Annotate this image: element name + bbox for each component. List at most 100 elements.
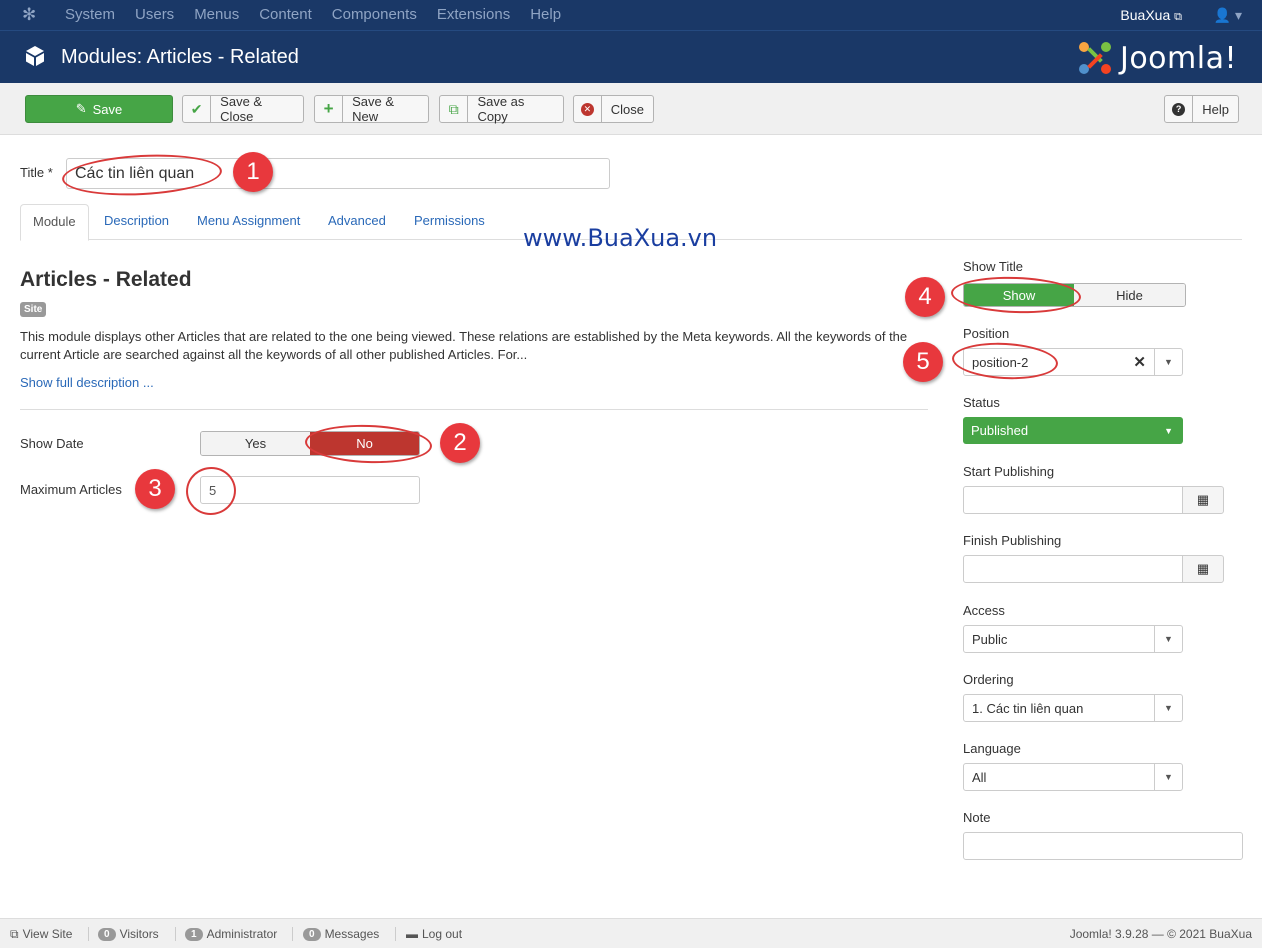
- menu-menus[interactable]: Menus: [194, 0, 239, 30]
- plus-icon: +: [315, 96, 344, 122]
- joomla-wordmark: Joomla!: [1119, 40, 1237, 76]
- separator: [395, 927, 396, 941]
- save-copy-label: Save as Copy: [477, 94, 525, 124]
- annotation-4: 4: [905, 277, 945, 317]
- start-publishing-label: Start Publishing: [963, 464, 1055, 479]
- joomla-logo-icon: [1078, 42, 1111, 74]
- minus-icon: ▬: [406, 927, 418, 941]
- tab-permissions[interactable]: Permissions: [402, 204, 497, 240]
- chevron-down-icon: ▼: [1164, 425, 1173, 436]
- save-button[interactable]: ✎ Save: [25, 95, 173, 123]
- chevron-down-icon: ▼: [1154, 349, 1182, 375]
- logout-link[interactable]: ▬ Log out: [406, 919, 462, 948]
- tab-description[interactable]: Description: [92, 204, 181, 240]
- joomla-logo: Joomla!: [1076, 39, 1237, 77]
- calendar-button[interactable]: ▦: [1182, 555, 1224, 583]
- annotation-1: 1: [233, 152, 273, 192]
- view-site-label: View Site: [22, 927, 73, 941]
- show-date-yes[interactable]: Yes: [201, 432, 310, 455]
- view-site-link[interactable]: ⧉ View Site: [10, 919, 72, 948]
- copy-icon: ⧉: [440, 96, 469, 122]
- calendar-button[interactable]: ▦: [1182, 486, 1224, 514]
- admin-count: 1: [185, 927, 203, 941]
- annotation-ring-2: [304, 422, 433, 466]
- status-label: Status: [963, 395, 1000, 410]
- visitors-label: Visitors: [119, 927, 159, 941]
- top-menu: System Users Menus Content Components Ex…: [65, 0, 581, 30]
- chevron-down-icon: ▼: [1154, 626, 1182, 652]
- separator: [292, 927, 293, 941]
- max-articles-label: Maximum Articles: [20, 482, 122, 497]
- note-label: Note: [963, 810, 991, 825]
- external-link-icon: ⧉: [10, 926, 19, 941]
- menu-help[interactable]: Help: [530, 0, 561, 30]
- site-name: BuaXua: [1120, 7, 1171, 23]
- show-full-description-link[interactable]: Show full description ...: [20, 375, 154, 390]
- module-description: This module displays other Articles that…: [20, 329, 908, 362]
- menu-system[interactable]: System: [65, 0, 115, 30]
- tab-menu-assignment[interactable]: Menu Assignment: [185, 204, 312, 240]
- annotation-5: 5: [903, 342, 943, 382]
- tab-module[interactable]: Module: [20, 204, 89, 241]
- visitors-status: 0 Visitors: [98, 919, 159, 948]
- save-close-button[interactable]: ✔ Save & Close: [182, 94, 304, 124]
- menu-extensions[interactable]: Extensions: [437, 0, 510, 30]
- ordering-label: Ordering: [963, 672, 1014, 687]
- separator: [175, 927, 176, 941]
- module-title: Articles - Related: [20, 268, 192, 291]
- tab-advanced[interactable]: Advanced: [316, 204, 398, 240]
- messages-link[interactable]: 0 Messages: [303, 919, 379, 948]
- menu-components[interactable]: Components: [332, 0, 417, 30]
- menu-users[interactable]: Users: [135, 0, 174, 30]
- version-info: Joomla! 3.9.28 — © 2021 BuaXua: [1069, 927, 1252, 941]
- access-select[interactable]: Public ▼: [963, 625, 1183, 653]
- divider: [20, 409, 928, 410]
- annotation-3: 3: [135, 469, 175, 509]
- annotation-ring-4: [950, 274, 1082, 316]
- site-link[interactable]: BuaXua ⧉: [1120, 0, 1182, 32]
- user-menu-icon[interactable]: 👤 ▾: [1214, 0, 1242, 30]
- annotation-2: 2: [440, 423, 480, 463]
- chevron-down-icon: ▼: [1154, 764, 1182, 790]
- status-bar: ⧉ View Site 0 Visitors 1 Administrator 0…: [0, 918, 1262, 948]
- help-icon: ?: [1165, 96, 1194, 122]
- page-header: Modules: Articles - Related Joomla!: [0, 30, 1262, 83]
- status-select[interactable]: Published ▼: [963, 417, 1183, 444]
- close-icon: ✕: [574, 96, 602, 122]
- calendar-icon: ▦: [1196, 561, 1210, 576]
- admin-label: Administrator: [206, 927, 278, 941]
- access-label: Access: [963, 603, 1005, 618]
- note-input[interactable]: [963, 832, 1243, 860]
- watermark: www.BuaXua.vn: [523, 224, 718, 252]
- clear-icon[interactable]: ✕: [1133, 349, 1146, 375]
- annotation-ring-3: [182, 463, 240, 519]
- visitors-count: 0: [98, 927, 116, 941]
- top-navbar: ✻ System Users Menus Content Components …: [0, 0, 1262, 30]
- position-label: Position: [963, 326, 1010, 341]
- save-new-button[interactable]: + Save & New: [314, 94, 429, 124]
- messages-count: 0: [303, 927, 321, 941]
- show-date-label: Show Date: [20, 436, 84, 451]
- menu-content[interactable]: Content: [259, 0, 312, 30]
- language-select[interactable]: All ▼: [963, 763, 1183, 791]
- administrator-status: 1 Administrator: [185, 919, 277, 948]
- ordering-select[interactable]: 1. Các tin liên quan ▼: [963, 694, 1183, 722]
- calendar-icon: ▦: [1196, 492, 1210, 507]
- edit-icon: ✎: [75, 101, 87, 116]
- save-copy-button[interactable]: ⧉ Save as Copy: [439, 94, 564, 124]
- close-label: Close: [610, 101, 644, 117]
- site-badge: Site: [20, 302, 47, 317]
- start-publishing-input[interactable]: [963, 486, 1183, 514]
- close-button[interactable]: ✕ Close: [573, 95, 654, 123]
- status-value: Published: [971, 423, 1029, 438]
- help-button[interactable]: ? Help: [1164, 95, 1239, 123]
- finish-publishing-input[interactable]: [963, 555, 1183, 583]
- language-label: Language: [963, 741, 1021, 756]
- ordering-value: 1. Các tin liên quan: [972, 700, 1084, 716]
- access-value: Public: [972, 631, 1008, 647]
- language-value: All: [972, 769, 987, 785]
- help-label: Help: [1202, 101, 1229, 117]
- show-title-hide[interactable]: Hide: [1074, 284, 1185, 306]
- joomla-menu-icon[interactable]: ✻: [22, 6, 42, 24]
- toolbar: ✎ Save ✔ Save & Close + Save & New ⧉ Sav…: [0, 83, 1262, 135]
